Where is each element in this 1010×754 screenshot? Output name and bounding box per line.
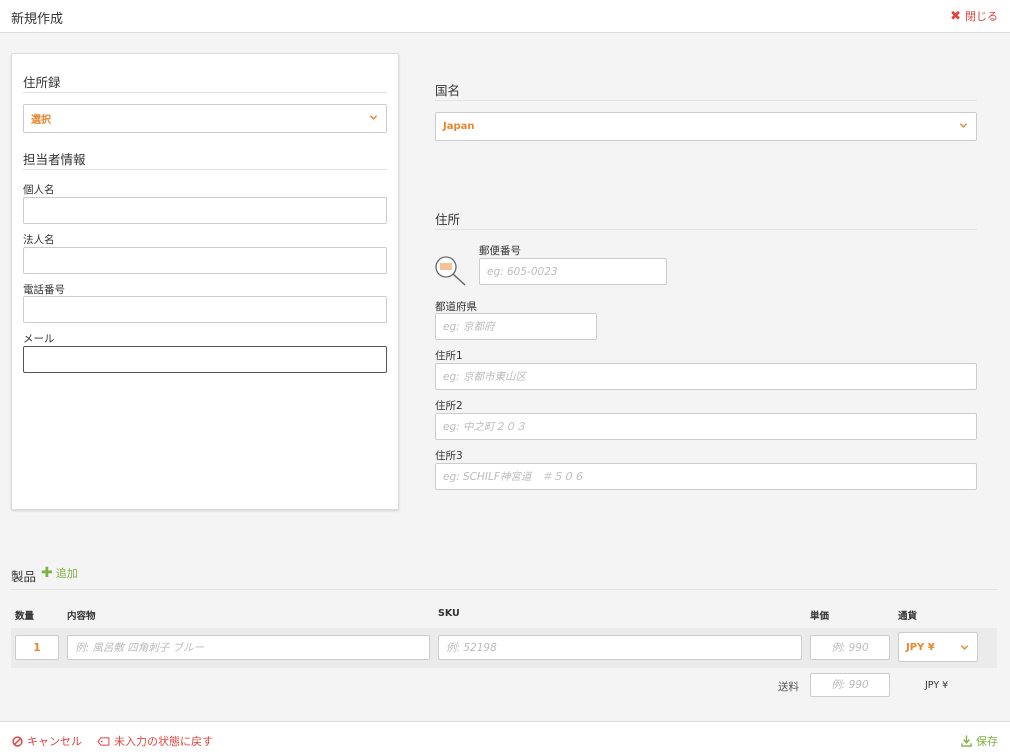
tag-icon: [97, 736, 110, 746]
shipping-price-input[interactable]: [810, 673, 890, 697]
email-input[interactable]: [23, 346, 387, 373]
address2-input[interactable]: [435, 413, 977, 440]
header-bar: 新規作成 ✖ 閉じる: [0, 0, 1010, 33]
add-product-button[interactable]: ✚ 追加: [41, 565, 78, 581]
save-button[interactable]: 保存: [961, 733, 998, 749]
phone-input[interactable]: [23, 296, 387, 323]
product-qty-input[interactable]: [15, 635, 59, 660]
reset-button[interactable]: 未入力の状態に戻す: [97, 733, 213, 749]
phone-label: 電話番号: [23, 284, 65, 296]
personal-name-input[interactable]: [23, 197, 387, 224]
reset-label: 未入力の状態に戻す: [114, 735, 213, 748]
product-currency-value: JPY ¥: [906, 641, 935, 653]
product-sku-input[interactable]: [438, 635, 802, 660]
col-content: 内容物: [67, 611, 96, 622]
divider: [23, 92, 387, 93]
close-icon: ✖: [950, 8, 961, 24]
col-qty: 数量: [15, 611, 35, 622]
divider: [11, 589, 997, 590]
cancel-label: キャンセル: [27, 735, 82, 748]
divider: [435, 100, 977, 101]
address3-label: 住所3: [435, 450, 463, 462]
email-label: メール: [23, 333, 55, 345]
chevron-down-icon: [959, 123, 968, 128]
footer-bar: キャンセル 未入力の状態に戻す 保存: [0, 721, 1010, 754]
col-sku: SKU: [438, 608, 460, 619]
product-price-input[interactable]: [810, 635, 890, 660]
page-title: 新規作成: [11, 12, 64, 27]
postal-lookup-icon[interactable]: [434, 255, 468, 287]
company-name-label: 法人名: [23, 234, 55, 246]
add-product-label: 追加: [55, 567, 78, 580]
prefecture-input[interactable]: [435, 313, 597, 340]
shipping-label: 送料: [778, 681, 799, 693]
chevron-down-icon: [369, 115, 378, 120]
col-currency: 通貨: [898, 611, 918, 622]
product-currency-select[interactable]: JPY ¥: [898, 632, 978, 662]
country-select-value: Japan: [443, 121, 475, 132]
address1-label: 住所1: [435, 350, 463, 362]
product-content-input[interactable]: [67, 635, 430, 660]
country-select[interactable]: Japan: [435, 112, 977, 141]
chevron-down-icon: [960, 645, 969, 650]
personal-name-label: 個人名: [23, 184, 55, 196]
divider: [435, 229, 977, 230]
shipping-currency: JPY ¥: [925, 680, 949, 691]
postal-code-input[interactable]: [479, 258, 667, 285]
divider: [23, 169, 387, 170]
prohibited-icon: [12, 735, 23, 747]
address-book-title: 住所録: [23, 75, 61, 90]
person-info-title: 担当者情報: [23, 152, 86, 167]
address1-input[interactable]: [435, 363, 977, 390]
postal-code-label: 郵便番号: [479, 245, 521, 257]
download-icon: [961, 735, 972, 747]
address-title: 住所: [435, 212, 461, 227]
save-label: 保存: [976, 735, 998, 748]
country-title: 国名: [435, 83, 461, 98]
company-name-input[interactable]: [23, 247, 387, 274]
products-title: 製品: [11, 569, 37, 584]
close-button[interactable]: ✖ 閉じる: [950, 8, 998, 24]
close-label: 閉じる: [965, 10, 998, 23]
address-book-select-value: 選択: [31, 115, 51, 126]
address2-label: 住所2: [435, 400, 463, 412]
plus-icon: ✚: [41, 565, 53, 581]
prefecture-label: 都道府県: [435, 301, 477, 313]
cancel-button[interactable]: キャンセル: [12, 733, 82, 749]
address3-input[interactable]: [435, 463, 977, 490]
address-book-select[interactable]: 選択: [23, 104, 387, 133]
col-price: 単価: [810, 611, 830, 622]
